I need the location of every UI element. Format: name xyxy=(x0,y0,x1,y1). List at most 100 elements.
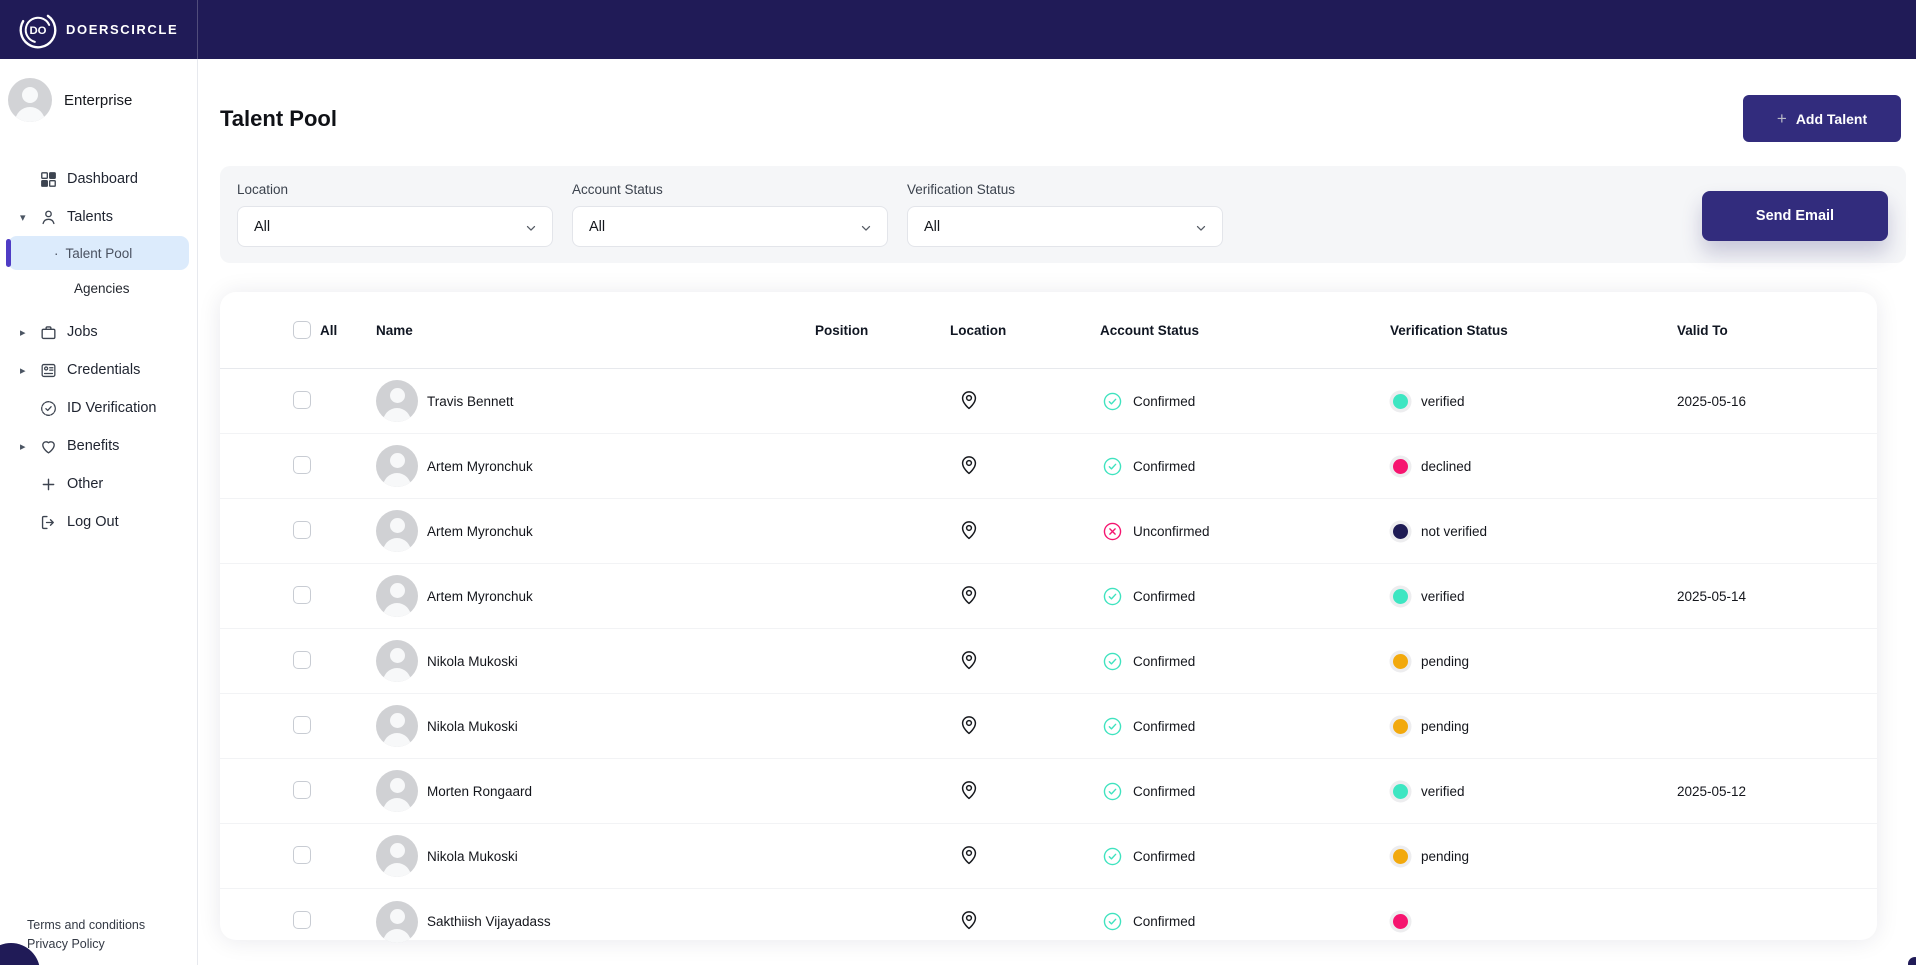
table-row[interactable]: Morten Rongaard Confirmed ve xyxy=(220,759,1877,824)
column-header-account-status: Account Status xyxy=(1100,323,1390,338)
verification-status: not verified xyxy=(1390,524,1677,539)
account-status-filter-select[interactable]: All xyxy=(572,206,888,247)
talent-name: Morten Rongaard xyxy=(427,784,532,799)
filter-panel: Location All Account Status All Verifica… xyxy=(220,166,1906,263)
account-status-label: Confirmed xyxy=(1133,459,1195,474)
talent-name: Nikola Mukoski xyxy=(427,719,518,734)
sidebar-item-logout[interactable]: Log Out xyxy=(0,503,197,541)
account-status: Confirmed xyxy=(1100,781,1390,802)
credentials-icon xyxy=(38,360,58,380)
account-status-label: Confirmed xyxy=(1133,589,1195,604)
sidebar-item-other[interactable]: Other xyxy=(0,465,197,503)
row-checkbox[interactable] xyxy=(293,391,311,409)
table-row[interactable]: Artem Myronchuk Confirmed ve xyxy=(220,564,1877,629)
table-row[interactable]: Sakthiish Vijayadass Confirmed xyxy=(220,889,1877,954)
verification-dot xyxy=(1393,394,1408,409)
row-checkbox[interactable] xyxy=(293,846,311,864)
caret-right-icon[interactable]: ▸ xyxy=(20,364,38,377)
location-filter-select[interactable]: All xyxy=(237,206,553,247)
sidebar-item-talents[interactable]: ▾ Talents xyxy=(0,198,197,236)
sidebar-footer: Terms and conditions Privacy Policy xyxy=(27,913,145,951)
sidebar-item-label: Credentials xyxy=(67,362,140,378)
select-all-checkbox[interactable] xyxy=(293,321,311,339)
table-row[interactable]: Artem Myronchuk Confirmed de xyxy=(220,434,1877,499)
caret-right-icon[interactable]: ▸ xyxy=(20,326,38,339)
confirmed-check-icon xyxy=(1102,781,1123,802)
column-header-verification-status: Verification Status xyxy=(1390,323,1677,338)
logout-icon xyxy=(38,512,58,532)
chevron-down-icon xyxy=(524,221,538,235)
row-checkbox[interactable] xyxy=(293,586,311,604)
account-status-label: Confirmed xyxy=(1133,654,1195,669)
account-status: Confirmed xyxy=(1100,586,1390,607)
caret-down-icon[interactable]: ▾ xyxy=(20,211,38,224)
sidebar-item-label: ID Verification xyxy=(67,400,156,416)
row-checkbox[interactable] xyxy=(293,781,311,799)
terms-link[interactable]: Terms and conditions xyxy=(27,918,145,932)
location-pin-icon xyxy=(950,649,1100,674)
account-status-label: Confirmed xyxy=(1133,849,1195,864)
dashboard-icon xyxy=(38,169,58,189)
verification-status: verified xyxy=(1390,394,1677,409)
sidebar-menu: Dashboard ▾ Talents · Talent Pool Agenci… xyxy=(0,160,197,541)
caret-right-icon[interactable]: ▸ xyxy=(20,440,38,453)
valid-to-date: 2025-05-16 xyxy=(1677,394,1877,409)
sidebar-item-jobs[interactable]: ▸ Jobs xyxy=(0,313,197,351)
sidebar-item-benefits[interactable]: ▸ Benefits xyxy=(0,427,197,465)
table-row[interactable]: Nikola Mukoski Confirmed pen xyxy=(220,629,1877,694)
verification-status: pending xyxy=(1390,849,1677,864)
valid-to-date: 2025-05-12 xyxy=(1677,784,1877,799)
plus-icon xyxy=(38,474,58,494)
account-status-filter-label: Account Status xyxy=(572,182,888,197)
verification-status-label: verified xyxy=(1421,394,1465,409)
avatar xyxy=(376,705,418,747)
table-row[interactable]: Nikola Mukoski Confirmed pen xyxy=(220,694,1877,759)
send-email-button[interactable]: Send Email xyxy=(1702,191,1888,241)
svg-text:DO: DO xyxy=(29,25,46,37)
privacy-link[interactable]: Privacy Policy xyxy=(27,937,145,951)
row-checkbox[interactable] xyxy=(293,716,311,734)
verification-dot xyxy=(1393,459,1408,474)
talent-name: Sakthiish Vijayadass xyxy=(427,914,551,929)
verification-status: declined xyxy=(1390,459,1677,474)
account-status: Confirmed xyxy=(1100,391,1390,412)
table-header-row: All Name Position Location Account Statu… xyxy=(220,292,1877,369)
sidebar-item-label: Dashboard xyxy=(67,171,138,187)
row-checkbox[interactable] xyxy=(293,911,311,929)
sidebar-item-label: Other xyxy=(67,476,103,492)
verification-status-filter-select[interactable]: All xyxy=(907,206,1223,247)
talent-table: All Name Position Location Account Statu… xyxy=(220,292,1877,940)
account-status: Confirmed xyxy=(1100,911,1390,932)
sidebar-item-talent-pool[interactable]: · Talent Pool xyxy=(8,236,189,270)
location-filter-label: Location xyxy=(237,182,553,197)
table-body: Travis Bennett Confirmed ver xyxy=(220,369,1877,954)
profile-section[interactable]: Enterprise xyxy=(8,78,197,122)
sidebar-subitem-label: Agencies xyxy=(74,281,130,296)
confirmed-check-icon xyxy=(1102,716,1123,737)
verification-status-label: verified xyxy=(1421,589,1465,604)
verification-status-label: pending xyxy=(1421,849,1469,864)
account-status-label: Confirmed xyxy=(1133,914,1195,929)
sidebar-item-credentials[interactable]: ▸ Credentials xyxy=(0,351,197,389)
add-talent-button[interactable]: + Add Talent xyxy=(1743,95,1901,142)
account-status: Confirmed xyxy=(1100,846,1390,867)
table-row[interactable]: Artem Myronchuk Unconfirmed xyxy=(220,499,1877,564)
sidebar-item-agencies[interactable]: Agencies xyxy=(0,272,197,304)
row-checkbox[interactable] xyxy=(293,456,311,474)
profile-avatar xyxy=(8,78,52,122)
sidebar-item-id-verification[interactable]: ID Verification xyxy=(0,389,197,427)
table-row[interactable]: Travis Bennett Confirmed ver xyxy=(220,369,1877,434)
unconfirmed-x-icon xyxy=(1102,521,1123,542)
location-pin-icon xyxy=(950,909,1100,934)
sidebar-item-dashboard[interactable]: Dashboard xyxy=(0,160,197,198)
row-checkbox[interactable] xyxy=(293,651,311,669)
verification-status-filter-label: Verification Status xyxy=(907,182,1223,197)
select-all-label: All xyxy=(320,323,337,338)
table-row[interactable]: Nikola Mukoski Confirmed pen xyxy=(220,824,1877,889)
verification-dot xyxy=(1393,849,1408,864)
account-status-label: Confirmed xyxy=(1133,784,1195,799)
column-header-position: Position xyxy=(815,323,950,338)
row-checkbox[interactable] xyxy=(293,521,311,539)
id-verification-icon xyxy=(38,398,58,418)
brand-logo[interactable]: DO DOERSCIRCLE xyxy=(0,0,198,59)
